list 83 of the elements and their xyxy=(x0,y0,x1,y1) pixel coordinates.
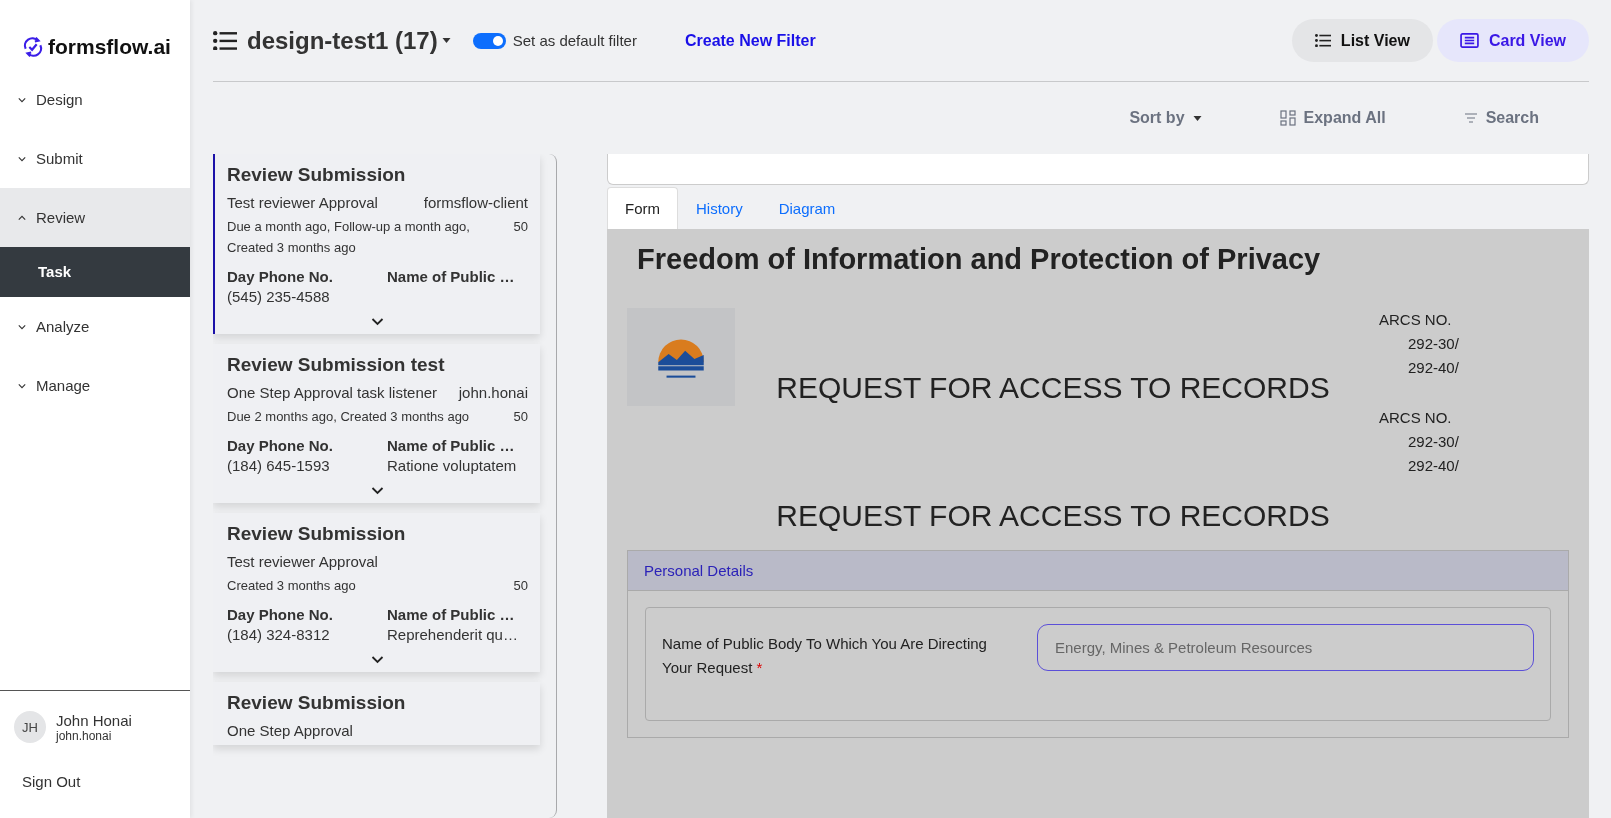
expand-button[interactable] xyxy=(369,316,386,328)
view-button[interactable]: List View xyxy=(1291,19,1433,62)
expand-button[interactable] xyxy=(369,654,386,666)
field-label: Day Phone No. xyxy=(227,268,334,285)
user-name: John Honai xyxy=(56,711,132,729)
nav-subitem[interactable]: Task xyxy=(0,247,190,297)
process-name: Test reviewer Approval xyxy=(227,553,378,570)
field-value: Ratione voluptatem xyxy=(387,457,518,475)
field-value: (184) 324-8312 xyxy=(227,626,331,644)
process-name: Test reviewer Approval xyxy=(227,194,378,211)
logo-icon xyxy=(22,35,44,59)
user-avatar: JH xyxy=(14,711,46,743)
list-icon xyxy=(213,30,237,51)
nav-item[interactable]: Submit xyxy=(0,129,190,188)
field-value: (545) 235-4588 xyxy=(227,288,331,306)
filter-icon xyxy=(1463,113,1478,123)
search-button[interactable]: Search xyxy=(1457,108,1545,128)
task-card[interactable]: Review Submission test One Step Approval task listener john.honai Due 2 months ago, Created 3 months ago 50 Day Phone No. Name of Public … (184) 645-1593 Ratione voluptatem xyxy=(213,344,540,503)
field-label: Name of Public … xyxy=(387,268,516,285)
arcs-label: ARCS NO. xyxy=(1379,310,1453,330)
chevron-up-icon xyxy=(18,214,26,221)
chevron-down-icon xyxy=(18,323,26,330)
default-filter-toggle[interactable] xyxy=(472,32,506,49)
required-mark: * xyxy=(756,659,763,676)
task-card[interactable]: Review Submission One Step Approval xyxy=(213,682,540,745)
filter-title[interactable]: design-test1 (17) xyxy=(247,26,438,55)
card-icon xyxy=(1459,33,1479,48)
toggle-label: Set as default filter xyxy=(512,32,637,49)
field-label: Day Phone No. xyxy=(227,437,334,454)
field-label: Name of Public Body To Which You Are Directing Your Request * xyxy=(662,634,988,678)
view-button[interactable]: Card View xyxy=(1436,19,1589,62)
nav-item[interactable]: Analyze xyxy=(0,297,190,356)
assignee: formsflow-client xyxy=(423,194,528,211)
sort-button[interactable]: Sort by xyxy=(1123,108,1208,128)
task-dates: Due 2 months ago, Created 3 months ago xyxy=(227,408,470,426)
task-title: Review Submission xyxy=(227,692,407,714)
process-name: One Step Approval xyxy=(227,722,353,739)
form-title: Freedom of Information and Protection of Privacy xyxy=(637,243,1322,276)
chevron-down-icon xyxy=(18,382,26,389)
expand-all-button[interactable]: Expand All xyxy=(1273,108,1392,128)
arcs-number: 292-40/ xyxy=(1407,358,1460,378)
user-login: john.honai xyxy=(56,728,113,743)
task-dates: Due a month ago, Follow-up a month ago, Created 3 months ago xyxy=(227,218,471,257)
task-title: Review Submission xyxy=(227,164,407,186)
field-label: Name of Public … xyxy=(387,606,516,623)
tab[interactable]: History xyxy=(678,187,761,229)
create-filter-link[interactable]: Create New Filter xyxy=(684,31,816,50)
caret-icon xyxy=(1192,115,1202,121)
task-title: Review Submission test xyxy=(227,354,446,376)
arcs-number: 292-30/ xyxy=(1407,432,1460,452)
field-value: (184) 645-1593 xyxy=(227,457,331,475)
chevron-down-icon xyxy=(18,155,26,162)
caret-icon[interactable] xyxy=(441,38,451,43)
form-heading: REQUEST FOR ACCESS TO RECORDS xyxy=(775,370,1331,406)
assignee: john.honai xyxy=(458,384,528,401)
chevron-down-icon xyxy=(18,96,26,103)
nav-item[interactable]: Manage xyxy=(0,356,190,415)
tab[interactable]: Form xyxy=(607,187,678,229)
field-label: Day Phone No. xyxy=(227,606,334,623)
field-value: Reprehenderit qu… xyxy=(387,626,519,644)
list-icon xyxy=(1314,33,1331,48)
arcs-number: 292-40/ xyxy=(1407,456,1460,476)
nav-item[interactable]: Review xyxy=(0,188,190,247)
form-heading: REQUEST FOR ACCESS TO RECORDS xyxy=(775,498,1331,534)
priority: 50 xyxy=(513,577,528,595)
task-card[interactable]: Review Submission Test reviewer Approval Created 3 months ago 50 Day Phone No. Name of Public … (184) 324-8312 Reprehenderit qu… xyxy=(213,513,540,672)
sign-out-link[interactable]: Sign Out xyxy=(22,773,81,790)
expand-button[interactable] xyxy=(369,485,386,497)
arcs-number: 292-30/ xyxy=(1407,334,1460,354)
public-body-field[interactable]: Energy, Mines & Petroleum Resources xyxy=(1037,624,1534,671)
field-label: Name of Public … xyxy=(387,437,516,454)
priority: 50 xyxy=(513,408,528,426)
grid-icon xyxy=(1279,110,1296,126)
panel-title: Personal Details xyxy=(628,551,1568,591)
arcs-label: ARCS NO. xyxy=(1379,408,1453,428)
priority: 50 xyxy=(513,218,528,236)
task-card[interactable]: Review Submission Test reviewer Approval formsflow-client Due a month ago, Follow-up a month ago, Created 3 months ago 50 Day Phone No. Name of Public … (545) 235-4588 xyxy=(213,154,540,334)
brand-name: formsflow.ai xyxy=(48,35,171,59)
task-title: Review Submission xyxy=(227,523,407,545)
tab[interactable]: Diagram xyxy=(760,187,854,229)
process-name: One Step Approval task listener xyxy=(227,384,438,401)
nav-item[interactable]: Design xyxy=(0,70,190,129)
task-dates: Created 3 months ago xyxy=(227,577,356,595)
